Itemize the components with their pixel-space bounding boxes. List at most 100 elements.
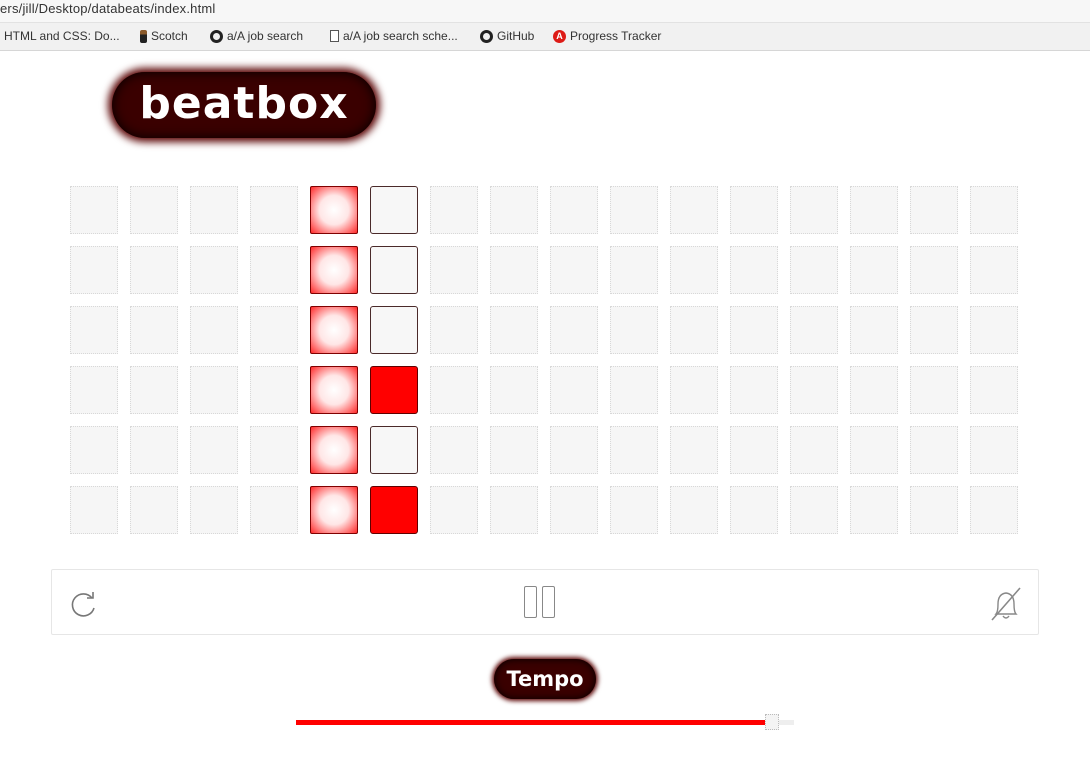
bookmark-aa-job-search-schedule[interactable]: a/A job search sche... bbox=[330, 28, 458, 44]
beat-pad[interactable] bbox=[430, 366, 478, 414]
beat-pad[interactable] bbox=[550, 186, 598, 234]
beat-pad[interactable] bbox=[730, 426, 778, 474]
beat-pad[interactable] bbox=[430, 186, 478, 234]
beat-pad[interactable] bbox=[370, 366, 418, 414]
beat-pad[interactable] bbox=[130, 486, 178, 534]
beat-pad[interactable] bbox=[310, 486, 358, 534]
bookmark-scotch[interactable]: Scotch bbox=[140, 28, 188, 44]
beat-pad[interactable] bbox=[190, 366, 238, 414]
beat-pad[interactable] bbox=[790, 186, 838, 234]
beat-pad[interactable] bbox=[550, 246, 598, 294]
beat-pad[interactable] bbox=[970, 186, 1018, 234]
beat-pad[interactable] bbox=[70, 366, 118, 414]
beat-pad[interactable] bbox=[670, 306, 718, 354]
beat-pad[interactable] bbox=[670, 426, 718, 474]
beat-pad[interactable] bbox=[970, 486, 1018, 534]
beat-pad[interactable] bbox=[490, 486, 538, 534]
beat-pad[interactable] bbox=[370, 246, 418, 294]
beat-pad[interactable] bbox=[190, 426, 238, 474]
beat-pad[interactable] bbox=[430, 246, 478, 294]
beat-pad[interactable] bbox=[910, 306, 958, 354]
beat-pad[interactable] bbox=[550, 426, 598, 474]
beat-pad[interactable] bbox=[670, 486, 718, 534]
beat-pad[interactable] bbox=[970, 246, 1018, 294]
beat-pad[interactable] bbox=[670, 186, 718, 234]
beat-pad[interactable] bbox=[370, 486, 418, 534]
beat-pad[interactable] bbox=[370, 306, 418, 354]
beat-pad[interactable] bbox=[670, 246, 718, 294]
beat-pad[interactable] bbox=[430, 486, 478, 534]
beat-pad[interactable] bbox=[790, 306, 838, 354]
beat-pad[interactable] bbox=[850, 306, 898, 354]
address-bar[interactable]: ers/jill/Desktop/databeats/index.html bbox=[0, 0, 1090, 23]
beat-pad[interactable] bbox=[310, 246, 358, 294]
beat-pad[interactable] bbox=[790, 426, 838, 474]
beat-pad[interactable] bbox=[850, 486, 898, 534]
beat-pad[interactable] bbox=[490, 426, 538, 474]
beat-pad[interactable] bbox=[190, 186, 238, 234]
beat-pad[interactable] bbox=[70, 186, 118, 234]
bookmark-progress-tracker[interactable]: A Progress Tracker bbox=[553, 28, 661, 44]
beat-pad[interactable] bbox=[730, 186, 778, 234]
beat-pad[interactable] bbox=[970, 366, 1018, 414]
beat-pad[interactable] bbox=[490, 186, 538, 234]
beat-pad[interactable] bbox=[130, 306, 178, 354]
beat-pad[interactable] bbox=[70, 486, 118, 534]
beat-pad[interactable] bbox=[310, 366, 358, 414]
beat-pad[interactable] bbox=[610, 486, 658, 534]
beat-pad[interactable] bbox=[550, 486, 598, 534]
beat-pad[interactable] bbox=[130, 366, 178, 414]
beat-pad[interactable] bbox=[790, 366, 838, 414]
beat-pad[interactable] bbox=[430, 426, 478, 474]
beat-pad[interactable] bbox=[850, 186, 898, 234]
beat-pad[interactable] bbox=[490, 246, 538, 294]
beat-pad[interactable] bbox=[190, 246, 238, 294]
beat-pad[interactable] bbox=[250, 246, 298, 294]
beat-pad[interactable] bbox=[490, 306, 538, 354]
beat-pad[interactable] bbox=[70, 306, 118, 354]
beat-pad[interactable] bbox=[370, 426, 418, 474]
beat-pad[interactable] bbox=[610, 426, 658, 474]
beat-pad[interactable] bbox=[790, 246, 838, 294]
reset-button[interactable] bbox=[66, 586, 102, 622]
bookmark-html-css[interactable]: HTML and CSS: Do... bbox=[4, 28, 120, 44]
beat-pad[interactable] bbox=[130, 426, 178, 474]
beat-pad[interactable] bbox=[730, 306, 778, 354]
beat-pad[interactable] bbox=[910, 366, 958, 414]
bookmark-aa-job-search[interactable]: a/A job search bbox=[210, 28, 303, 44]
beat-pad[interactable] bbox=[850, 366, 898, 414]
beat-pad[interactable] bbox=[550, 366, 598, 414]
beat-pad[interactable] bbox=[490, 366, 538, 414]
beat-pad[interactable] bbox=[130, 186, 178, 234]
beat-pad[interactable] bbox=[970, 426, 1018, 474]
pause-button[interactable] bbox=[522, 586, 560, 622]
beat-pad[interactable] bbox=[910, 486, 958, 534]
beat-pad[interactable] bbox=[790, 486, 838, 534]
beat-pad[interactable] bbox=[250, 366, 298, 414]
url-text[interactable]: ers/jill/Desktop/databeats/index.html bbox=[0, 1, 216, 16]
beat-pad[interactable] bbox=[850, 426, 898, 474]
bookmark-github[interactable]: GitHub bbox=[480, 28, 534, 44]
beat-pad[interactable] bbox=[970, 306, 1018, 354]
beat-pad[interactable] bbox=[310, 306, 358, 354]
beat-pad[interactable] bbox=[250, 186, 298, 234]
beat-pad[interactable] bbox=[610, 366, 658, 414]
beat-pad[interactable] bbox=[730, 486, 778, 534]
beat-pad[interactable] bbox=[430, 306, 478, 354]
tempo-slider[interactable] bbox=[296, 714, 794, 732]
beat-pad[interactable] bbox=[370, 186, 418, 234]
beat-pad[interactable] bbox=[250, 486, 298, 534]
beat-pad[interactable] bbox=[190, 306, 238, 354]
beat-pad[interactable] bbox=[910, 426, 958, 474]
beat-pad[interactable] bbox=[910, 246, 958, 294]
beat-pad[interactable] bbox=[730, 246, 778, 294]
beat-pad[interactable] bbox=[610, 306, 658, 354]
tempo-slider-thumb[interactable] bbox=[765, 714, 779, 730]
beat-pad[interactable] bbox=[610, 186, 658, 234]
beat-pad[interactable] bbox=[550, 306, 598, 354]
beat-pad[interactable] bbox=[130, 246, 178, 294]
beat-pad[interactable] bbox=[190, 486, 238, 534]
mute-button[interactable] bbox=[984, 584, 1026, 624]
beat-pad[interactable] bbox=[730, 366, 778, 414]
beat-pad[interactable] bbox=[610, 246, 658, 294]
